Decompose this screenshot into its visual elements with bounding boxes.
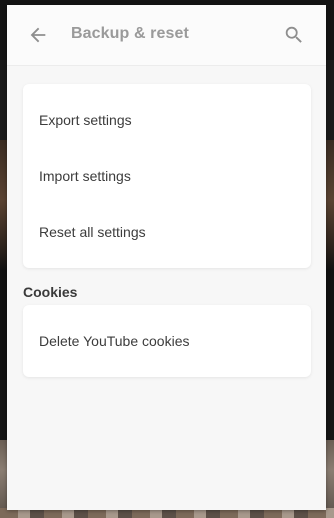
import-settings-item[interactable]: Import settings — [23, 148, 311, 204]
arrow-left-icon — [30, 27, 46, 43]
cookies-card: Delete YouTube cookies — [23, 305, 311, 377]
reset-all-settings-label: Reset all settings — [39, 224, 146, 240]
page-title: Backup & reset — [71, 25, 189, 42]
delete-youtube-cookies-label: Delete YouTube cookies — [39, 333, 190, 349]
cookies-section-title: Cookies — [23, 284, 78, 300]
back-button[interactable] — [27, 24, 49, 46]
search-icon — [285, 26, 302, 43]
export-settings-item[interactable]: Export settings — [23, 92, 311, 148]
delete-youtube-cookies-item[interactable]: Delete YouTube cookies — [23, 313, 311, 369]
reset-all-settings-item[interactable]: Reset all settings — [23, 204, 311, 260]
export-settings-label: Export settings — [39, 112, 132, 128]
search-button[interactable] — [283, 24, 305, 46]
settings-popup: Backup & reset Export settings Import se… — [7, 5, 326, 510]
popup-header: Backup & reset — [7, 5, 326, 66]
backup-card: Export settings Import settings Reset al… — [23, 84, 311, 268]
import-settings-label: Import settings — [39, 168, 131, 184]
